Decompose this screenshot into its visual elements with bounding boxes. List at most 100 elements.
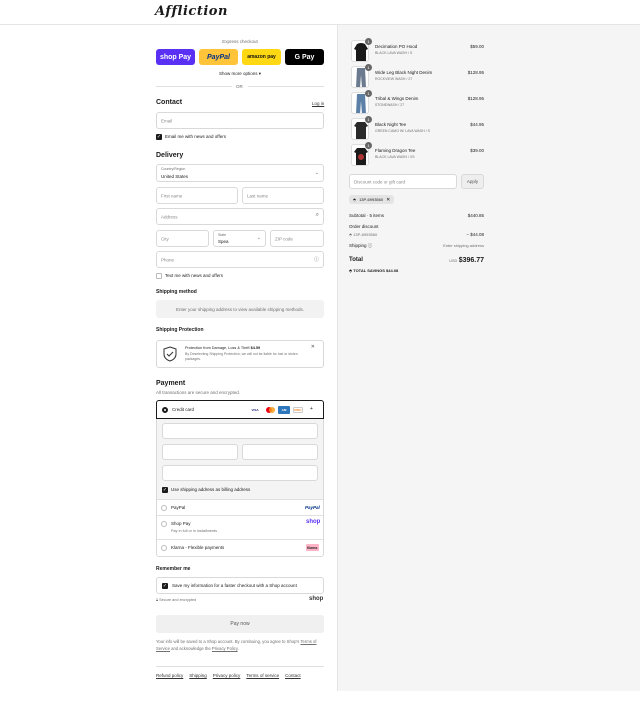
expiration-field[interactable]	[162, 444, 238, 460]
payment-subtitle: All transactions are secure and encrypte…	[156, 390, 241, 395]
amazon-pay-button[interactable]: amazon pay	[242, 49, 281, 65]
applied-discount-tag: ⬘ 13P-6993560 ✕	[349, 195, 395, 204]
billing-same-checkbox[interactable]: ✓	[162, 487, 168, 493]
discount-value: − $44.08	[466, 232, 484, 237]
shop-logo: shop	[309, 596, 324, 602]
footer-links: Refund policy Shipping Privacy policy Te…	[156, 673, 301, 678]
remember-me-box: ✓ Save my information for a faster check…	[156, 577, 324, 594]
shipping-label: Shipping ⓘ	[349, 243, 373, 248]
credit-card-option[interactable]: Credit card VISA AM DISC +	[156, 400, 324, 419]
protection-line: Protection from Damage, Loss & Theft	[185, 346, 250, 350]
paypal-radio[interactable]	[161, 505, 167, 511]
last-name-field[interactable]: Last name	[242, 187, 324, 204]
paypal-option-label[interactable]: PayPal	[171, 505, 185, 510]
product-price: $39.00	[470, 148, 484, 153]
product-variant: GREEN CAMO W/ LAVA WASH / S	[375, 129, 430, 133]
contact-link[interactable]: Contact	[285, 673, 301, 678]
phone-field[interactable]: Phone ⓘ	[156, 251, 324, 268]
product-price: $128.95	[467, 96, 484, 101]
refund-policy-link[interactable]: Refund policy	[156, 673, 183, 678]
privacy-link[interactable]: Privacy Policy	[212, 646, 238, 651]
shipping-method-heading: Shipping method	[156, 289, 197, 295]
close-icon[interactable]: ✕	[311, 344, 315, 350]
total-savings: ⬘ TOTAL SAVINGS $44.08	[349, 268, 399, 273]
remove-discount-icon[interactable]: ✕	[386, 197, 390, 203]
shipping-protection-card: Protection from Damage, Loss & Theft $4.…	[156, 340, 324, 368]
help-icon[interactable]: ⓘ	[314, 256, 319, 263]
tag-icon: ⬘	[349, 268, 353, 273]
shoppay-option-label[interactable]: Shop Pay	[171, 521, 191, 526]
secure-note: 🔒︎ Secure and encrypted	[156, 598, 197, 602]
lock-icon: 🔒︎	[156, 598, 159, 602]
divider	[157, 515, 323, 516]
cart-item: 1 Flaming Dragon Tee BLACK LAVA WASH / X…	[349, 142, 484, 166]
shield-icon	[163, 346, 177, 362]
text-me-checkbox[interactable]	[156, 273, 162, 279]
quantity-badge: 1	[365, 142, 372, 149]
shoppay-radio[interactable]	[161, 521, 167, 527]
footer-divider	[156, 666, 324, 667]
cart-item: 1 Decimation PO Hood BLACK LAVA WASH / S…	[349, 38, 484, 62]
privacy-policy-link[interactable]: Privacy policy	[213, 673, 241, 678]
credit-card-radio[interactable]	[162, 407, 168, 413]
country-select[interactable]: Country/Region United States ⌄	[156, 164, 324, 182]
first-name-field[interactable]: First name	[156, 187, 238, 204]
shipping-protection-heading: Shipping Protection	[156, 327, 204, 333]
city-field[interactable]: City	[156, 230, 209, 247]
brand-logo[interactable]: Affliction	[155, 4, 228, 19]
chevron-down-icon: ⌄	[314, 170, 319, 176]
state-select[interactable]: State Spea ⌄	[213, 230, 266, 247]
shoppay-subtext: Pay in full or in installments	[171, 529, 218, 533]
product-price: $128.95	[467, 70, 484, 75]
legal-text: Your info will be saved to a Shop accoun…	[156, 639, 317, 651]
cart-item: 1 Tribal & Wings Denim STONEWASH / 27 $1…	[349, 90, 484, 114]
currency-code: USD	[449, 259, 458, 263]
product-variant: STONEWASH / 27	[375, 103, 405, 107]
klarna-radio[interactable]	[161, 545, 167, 551]
tag-icon: ⬘	[349, 232, 353, 237]
total-row: USD $396.77	[425, 257, 484, 264]
paypal-button[interactable]: PayPal	[199, 49, 238, 65]
newsletter-checkbox[interactable]: ✓	[156, 134, 162, 140]
shipping-link[interactable]: Shipping	[189, 673, 207, 678]
total-value: $396.77	[458, 257, 484, 264]
product-name: Decimation PO Hood	[375, 44, 418, 49]
cart-item: 1 Wide Leg Black Night Denim ROCKVIEW WA…	[349, 64, 484, 88]
klarna-option-label[interactable]: Klarna - Flexible payments	[171, 545, 224, 550]
klarna-logo: Klarna.	[306, 544, 319, 551]
product-name: Black Night Tee	[375, 122, 407, 127]
discount-code-field[interactable]: Discount code or gift card	[349, 174, 457, 189]
login-link[interactable]: Log in	[312, 101, 324, 106]
email-field[interactable]: Email	[156, 112, 324, 129]
paypal-logo: PayPal	[305, 505, 320, 510]
divider	[248, 86, 324, 87]
protection-description: By Deselecting Shipping Protection, we w…	[185, 352, 298, 361]
security-code-field[interactable]	[242, 444, 318, 460]
discover-icon: DISC	[293, 407, 303, 413]
quantity-badge: 1	[365, 116, 372, 123]
subtotal-value: $440.85	[467, 213, 484, 218]
shop-pay-button[interactable]: shop Pay	[156, 49, 195, 65]
pay-now-button[interactable]: Pay now	[156, 615, 324, 633]
product-name: Wide Leg Black Night Denim	[375, 70, 433, 75]
zip-field[interactable]: ZIP code	[270, 230, 324, 247]
contact-heading: Contact	[156, 99, 183, 106]
quantity-badge: 1	[365, 64, 372, 71]
terms-of-service-link[interactable]: Terms of service	[246, 673, 279, 678]
card-number-field[interactable]	[162, 423, 318, 439]
divider	[157, 539, 323, 540]
help-icon[interactable]: ⓘ	[368, 243, 373, 248]
text-me-label: Text me with news and offers	[165, 273, 223, 278]
shipping-method-placeholder: Enter your shipping address to view avai…	[156, 300, 324, 318]
order-discount-label: Order discount	[349, 224, 379, 229]
shipping-value: Enter shipping address	[443, 243, 484, 248]
cardholder-name-field[interactable]	[162, 465, 318, 481]
google-pay-button[interactable]: G Pay	[285, 49, 324, 65]
product-variant: BLACK LAVA WASH / XS	[375, 155, 415, 159]
apply-button[interactable]: Apply	[461, 174, 484, 189]
country-value: United States	[161, 174, 189, 179]
country-label: Country/Region	[161, 167, 186, 171]
subtotal-label: Subtotal · 5 items	[349, 213, 385, 218]
save-info-checkbox[interactable]: ✓	[162, 583, 168, 589]
address-field[interactable]: Address ⌕	[156, 208, 324, 225]
